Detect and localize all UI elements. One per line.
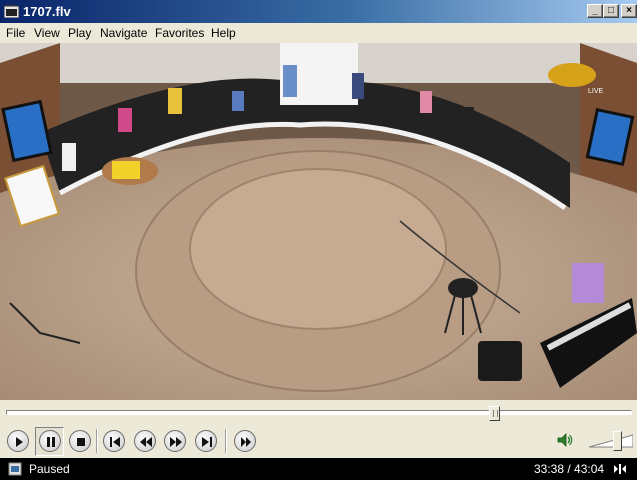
volume-slider-thumb[interactable]	[613, 431, 622, 451]
rewind-button[interactable]	[134, 430, 156, 452]
pause-icon	[47, 437, 55, 447]
play-button[interactable]	[7, 430, 29, 452]
maximize-button[interactable]: □	[603, 4, 619, 18]
skip-forward-icon	[202, 437, 212, 447]
seek-track[interactable]	[6, 410, 632, 415]
window-title: 1707.flv	[23, 4, 71, 19]
seek-bar[interactable]	[0, 400, 637, 424]
frame-step-icon	[241, 437, 251, 447]
menu-bar: File View Play Navigate Favorites Help	[0, 23, 637, 43]
time-display: 33:38 / 43:04	[534, 462, 605, 476]
pause-button[interactable]	[39, 430, 61, 452]
separator	[96, 429, 98, 453]
fast-forward-icon	[170, 437, 182, 447]
speaker-icon[interactable]	[556, 431, 574, 449]
skip-back-button[interactable]	[103, 430, 125, 452]
rewind-icon	[140, 437, 152, 447]
minimize-button[interactable]: _	[587, 4, 603, 18]
control-bar	[0, 424, 637, 458]
stop-button[interactable]	[69, 430, 91, 452]
skip-forward-button[interactable]	[195, 430, 217, 452]
title-bar[interactable]: 1707.flv _ □ ×	[0, 0, 637, 23]
seek-thumb[interactable]	[488, 406, 500, 421]
menu-navigate[interactable]: Navigate	[100, 26, 147, 40]
fast-forward-button[interactable]	[164, 430, 186, 452]
frame-step-button[interactable]	[234, 430, 256, 452]
menu-favorites[interactable]: Favorites	[155, 26, 204, 40]
app-icon	[4, 4, 19, 18]
media-file-icon	[8, 462, 22, 476]
volume-slider-track[interactable]	[589, 434, 633, 448]
menu-view[interactable]: View	[34, 26, 60, 40]
media-player-window: 1707.flv _ □ × File View Play Navigate F…	[0, 0, 637, 480]
menu-play[interactable]: Play	[68, 26, 91, 40]
playback-status: Paused	[29, 462, 70, 476]
video-frame[interactable]: LIVE	[0, 43, 637, 400]
close-button[interactable]: ×	[621, 4, 637, 18]
video-scene: LIVE	[0, 43, 637, 400]
play-icon	[16, 437, 23, 447]
live-logo-text: LIVE	[588, 88, 604, 95]
skip-back-icon	[110, 437, 120, 447]
menu-help[interactable]: Help	[211, 26, 236, 40]
expand-icon[interactable]	[612, 462, 628, 476]
menu-file[interactable]: File	[6, 26, 25, 40]
stop-icon	[77, 438, 85, 446]
separator	[225, 429, 227, 453]
status-bar: Paused 33:38 / 43:04	[0, 458, 637, 480]
